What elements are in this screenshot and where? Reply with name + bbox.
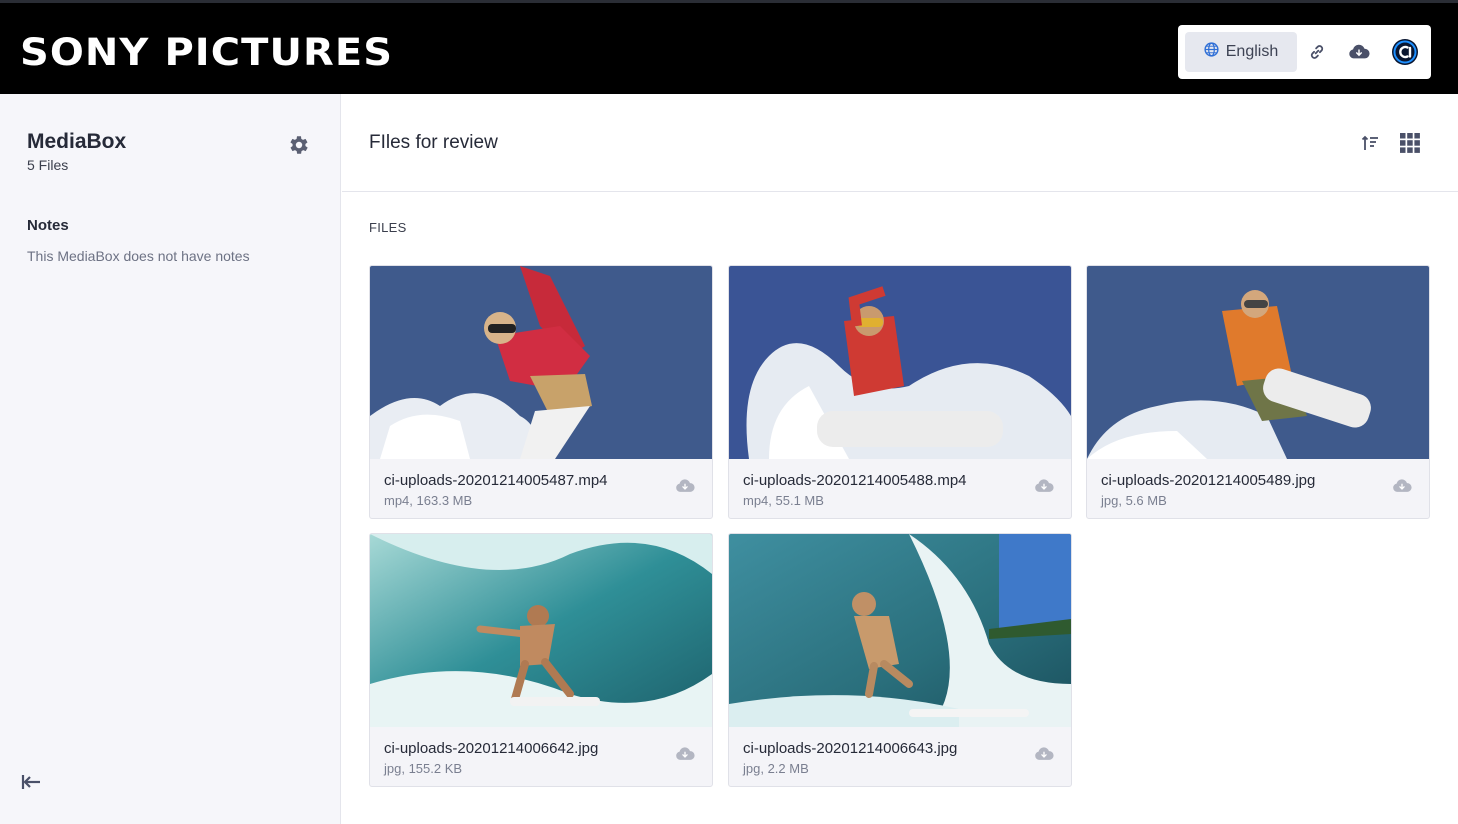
file-card[interactable]: ci-uploads-20201214006643.jpg jpg, 2.2 M…	[728, 533, 1072, 787]
file-card[interactable]: ci-uploads-20201214005487.mp4 mp4, 163.3…	[369, 265, 713, 519]
file-thumbnail	[370, 266, 712, 459]
mediabox-title: MediaBox	[27, 130, 127, 153]
notes-text: This MediaBox does not have notes	[27, 248, 250, 264]
file-name: ci-uploads-20201214005489.jpg	[1101, 472, 1316, 489]
gear-icon[interactable]	[286, 133, 310, 157]
cloud-download-icon[interactable]	[1392, 478, 1414, 500]
file-thumbnail	[729, 266, 1071, 459]
language-button[interactable]: English	[1185, 32, 1297, 72]
top-bar: SONY PICTURES English	[0, 0, 1458, 94]
main-header: FIles for review	[342, 94, 1458, 192]
file-card[interactable]: ci-uploads-20201214005488.mp4 mp4, 55.1 …	[728, 265, 1072, 519]
file-thumbnail	[370, 534, 712, 727]
notes-heading: Notes	[27, 217, 69, 234]
file-count: 5 Files	[27, 157, 69, 173]
globe-icon	[1204, 42, 1219, 62]
sort-icon[interactable]	[1360, 132, 1382, 154]
files-section-label: FILES	[369, 220, 407, 235]
file-name: ci-uploads-20201214006643.jpg	[743, 740, 958, 757]
header-toolbox: English	[1178, 25, 1431, 79]
cloud-download-icon[interactable]	[675, 478, 697, 500]
sony-pictures-logo: SONY PICTURES	[20, 31, 394, 74]
cloud-download-icon[interactable]	[1339, 32, 1379, 72]
collapse-sidebar-icon[interactable]	[20, 770, 44, 794]
file-meta: jpg, 5.6 MB	[1101, 493, 1167, 508]
file-thumbnail	[1087, 266, 1429, 459]
file-card[interactable]: ci-uploads-20201214005489.jpg jpg, 5.6 M…	[1086, 265, 1430, 519]
file-card[interactable]: ci-uploads-20201214006642.jpg jpg, 155.2…	[369, 533, 713, 787]
cloud-download-icon[interactable]	[1034, 478, 1056, 500]
file-meta: mp4, 163.3 MB	[384, 493, 473, 508]
file-meta: jpg, 155.2 KB	[384, 761, 463, 776]
grid-view-icon[interactable]	[1399, 132, 1421, 154]
sidebar: MediaBox 5 Files Notes This MediaBox doe…	[0, 94, 341, 824]
page-title: FIles for review	[369, 132, 498, 153]
file-meta: mp4, 55.1 MB	[743, 493, 824, 508]
file-name: ci-uploads-20201214005487.mp4	[384, 472, 608, 489]
file-name: ci-uploads-20201214006642.jpg	[384, 740, 599, 757]
cloud-download-icon[interactable]	[675, 746, 697, 768]
ci-logo-icon[interactable]	[1385, 32, 1425, 72]
file-meta: jpg, 2.2 MB	[743, 761, 809, 776]
file-thumbnail	[729, 534, 1071, 727]
language-label: English	[1225, 43, 1279, 60]
link-icon[interactable]	[1297, 32, 1337, 72]
cloud-download-icon[interactable]	[1034, 746, 1056, 768]
file-name: ci-uploads-20201214005488.mp4	[743, 472, 967, 489]
